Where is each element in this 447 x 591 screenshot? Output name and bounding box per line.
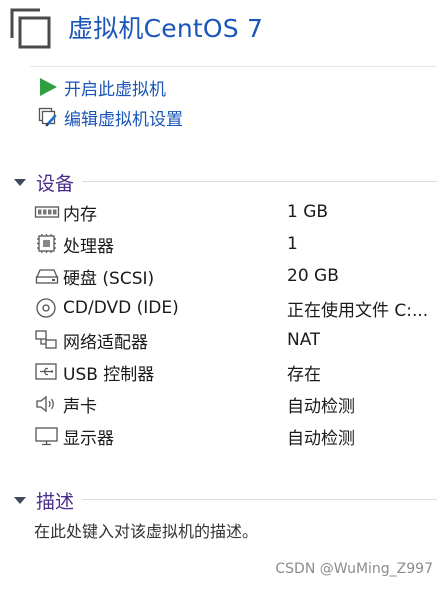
device-name: 内存: [63, 204, 97, 225]
description-section-divider: [82, 499, 437, 500]
speaker-icon: [34, 393, 60, 415]
vm-header: 虚拟机CentOS 7: [0, 0, 447, 60]
device-value: NAT: [287, 330, 321, 350]
device-name: 网络适配器: [63, 332, 148, 353]
device-row-memory[interactable]: 内存 1 GB: [34, 199, 434, 225]
watermark: CSDN @WuMing_Z997: [275, 561, 433, 577]
devices-section-title: 设备: [36, 172, 75, 195]
device-name: USB 控制器: [63, 364, 155, 385]
device-row-hard-disk[interactable]: 硬盘 (SCSI) 20 GB: [34, 263, 434, 289]
device-row-network-adapter[interactable]: 网络适配器 NAT: [34, 327, 434, 353]
description-text[interactable]: 在此处键入对该虚拟机的描述。: [34, 518, 258, 542]
power-on-vm-label: 开启此虚拟机: [64, 79, 166, 100]
description-section-toggle[interactable]: 描述: [14, 488, 75, 513]
device-value: 20 GB: [287, 266, 339, 286]
usb-icon: [34, 361, 60, 383]
cd-dvd-icon: [34, 297, 60, 319]
device-value: 存在: [287, 364, 321, 385]
virtual-machine-icon: [10, 8, 52, 50]
device-name: 处理器: [63, 236, 114, 257]
device-name: 硬盘 (SCSI): [63, 268, 155, 289]
network-adapter-icon: [34, 329, 60, 351]
display-icon: [34, 425, 60, 447]
power-on-vm-link[interactable]: 开启此虚拟机: [38, 76, 166, 100]
device-value: 正在使用文件 C:...: [287, 300, 429, 321]
edit-vm-settings-link[interactable]: 编辑虚拟机设置: [38, 106, 183, 130]
devices-section-divider: [82, 181, 437, 182]
device-value: 1: [287, 234, 298, 254]
device-row-sound-card[interactable]: 声卡 自动检测: [34, 391, 434, 417]
device-row-usb-controller[interactable]: USB 控制器 存在: [34, 359, 434, 385]
vm-summary-page: 虚拟机CentOS 7 开启此虚拟机 编辑虚拟机设置 设备 内存 1 GB 处理…: [0, 0, 447, 591]
hard-disk-icon: [34, 265, 60, 287]
description-section-title: 描述: [36, 490, 75, 513]
device-name: 显示器: [63, 428, 114, 449]
play-icon: [38, 77, 58, 97]
device-name: 声卡: [63, 396, 97, 417]
edit-vm-settings-label: 编辑虚拟机设置: [64, 109, 183, 130]
edit-settings-icon: [38, 107, 58, 127]
memory-icon: [34, 201, 60, 223]
device-value: 自动检测: [287, 396, 355, 417]
collapse-triangle-icon: [14, 496, 26, 504]
device-value: 自动检测: [287, 428, 355, 449]
device-value: 1 GB: [287, 202, 329, 222]
collapse-triangle-icon: [14, 178, 26, 186]
device-row-processor[interactable]: 处理器 1: [34, 231, 434, 257]
device-row-cd-dvd[interactable]: CD/DVD (IDE) 正在使用文件 C:...: [34, 295, 434, 321]
vm-title: 虚拟机CentOS 7: [68, 14, 264, 43]
device-row-display[interactable]: 显示器 自动检测: [34, 423, 434, 449]
processor-icon: [34, 233, 60, 255]
header-divider: [30, 66, 437, 67]
devices-section-toggle[interactable]: 设备: [14, 170, 75, 195]
device-name: CD/DVD (IDE): [63, 298, 179, 318]
